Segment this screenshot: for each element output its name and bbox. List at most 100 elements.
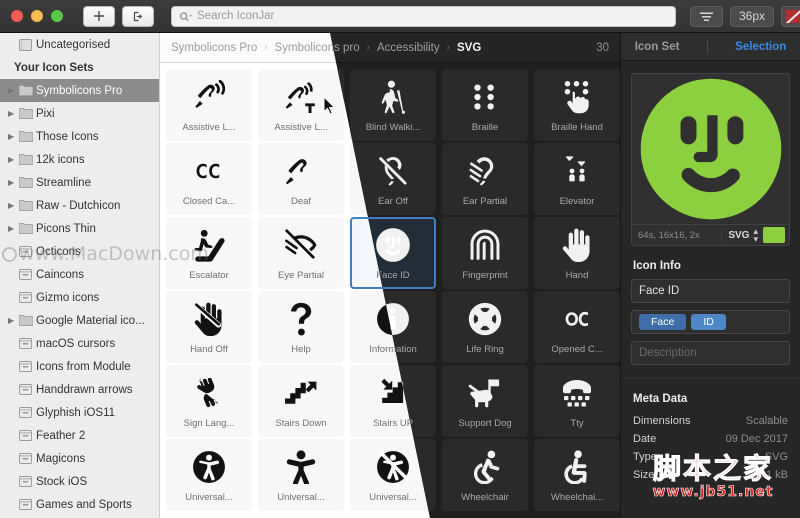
sidebar-item-those-icons[interactable]: ▶ Those Icons — [0, 125, 159, 148]
disclosure-triangle-icon[interactable]: ▶ — [8, 86, 19, 95]
icon-cell-wheelchair[interactable]: Wheelchai... — [534, 439, 620, 511]
icon-cell-ear-partial[interactable]: Ear Partial — [442, 143, 528, 215]
sidebar-item-icons-from-module[interactable]: ▶Icons from Module — [0, 355, 159, 378]
color-swatch-icon — [786, 9, 800, 23]
icon-cell-assistive-listening[interactable]: Assistive L... — [166, 69, 252, 141]
icon-size-button[interactable]: 36px — [730, 5, 775, 27]
sidebar-item-uncategorised[interactable]: ▶Uncategorised — [0, 33, 159, 56]
sidebar-item-glyphish-ios11[interactable]: ▶Glyphish iOS11 — [0, 401, 159, 424]
sidebar-item-games-and-sports[interactable]: ▶Games and Sports — [0, 493, 159, 516]
icon-tags-input[interactable]: FaceID — [631, 310, 790, 334]
ear-partial-icon — [468, 151, 502, 191]
tab-selection[interactable]: Selection — [735, 41, 786, 53]
search-input[interactable]: Search IconJar — [171, 5, 676, 27]
icon-cell-closed-captions[interactable]: Closed Ca... — [166, 143, 252, 215]
breadcrumb-item-accessibility[interactable]: Accessibility — [377, 42, 440, 54]
sidebar-item-symbolicons-pro[interactable]: ▶ Symbolicons Pro — [0, 79, 159, 102]
sidebar-item-google-material-ico[interactable]: ▶ Google Material ico... — [0, 309, 159, 332]
search-container: Search IconJar — [171, 5, 676, 27]
iconset-icon — [19, 292, 36, 303]
sidebar-item-feather-2[interactable]: ▶Feather 2 — [0, 424, 159, 447]
disclosure-triangle-icon[interactable]: ▶ — [8, 109, 19, 118]
tag-face[interactable]: Face — [639, 314, 687, 330]
zoom-window-button[interactable] — [51, 10, 63, 22]
sidebar-item-gizmo-icons[interactable]: ▶Gizmo icons — [0, 286, 159, 309]
icon-cell-label: Universal... — [185, 492, 233, 503]
universal-access-icon — [284, 447, 318, 487]
support-dog-icon — [468, 373, 502, 413]
icon-cell-help[interactable]: Help — [258, 291, 344, 363]
disclosure-triangle-icon[interactable]: ▶ — [8, 155, 19, 164]
iconset-icon — [19, 453, 36, 464]
color-swatch-button[interactable] — [781, 5, 800, 27]
minimize-window-button[interactable] — [31, 10, 43, 22]
icon-cell-sign-language[interactable]: Sign Lang... — [166, 365, 252, 437]
icon-name-input[interactable]: Face ID — [631, 279, 790, 303]
sidebar-item-macos-cursors[interactable]: ▶macOS cursors — [0, 332, 159, 355]
icon-cell-tty[interactable]: Tty — [534, 365, 620, 437]
icon-cell-hand-off[interactable]: Hand Off — [166, 291, 252, 363]
disclosure-triangle-icon[interactable]: ▶ — [8, 201, 19, 210]
icon-cell-wheelchair-active[interactable]: Wheelchair — [442, 439, 528, 511]
sidebar-item-12k-icons[interactable]: ▶ 12k icons — [0, 148, 159, 171]
icon-color-swatch[interactable] — [763, 227, 785, 243]
icon-cell-eye-partial[interactable]: Eye Partial — [258, 217, 344, 289]
close-window-button[interactable] — [11, 10, 23, 22]
sidebar-item-stock-ios[interactable]: ▶Stock iOS — [0, 470, 159, 493]
icon-cell-label: Face ID — [376, 270, 410, 281]
icon-cell-label: Stairs UP — [372, 418, 414, 429]
icon-cell-opened-captions[interactable]: Opened C... — [534, 291, 620, 363]
sidebar-item-raw-dutchicon[interactable]: ▶ Raw - Dutchicon — [0, 194, 159, 217]
icon-cell-braille[interactable]: Braille — [442, 69, 528, 141]
icon-cell-fingerprint[interactable]: Fingerprint — [442, 217, 528, 289]
export-icon — [133, 11, 142, 21]
closed-captions-icon — [192, 151, 226, 191]
braille-icon — [470, 77, 500, 117]
icon-cell-stairs-down[interactable]: Stairs Down — [258, 365, 344, 437]
search-icon — [179, 11, 192, 22]
watermark-url-text: www.jb51.net — [652, 484, 774, 500]
search-placeholder: Search IconJar — [197, 10, 275, 22]
icon-cell-elevator[interactable]: Elevator — [534, 143, 620, 215]
icon-description-input[interactable]: Description — [631, 341, 790, 365]
icon-preview-footer: 64s, 16x16, 2x SVG▴▾ — [632, 224, 789, 245]
stepper-updown-icon[interactable]: ▴▾ — [753, 227, 763, 244]
assistive-listening-icon — [192, 77, 226, 117]
disclosure-triangle-icon[interactable]: ▶ — [8, 224, 19, 233]
icon-cell-universal-access-circle[interactable]: Universal... — [166, 439, 252, 511]
disclosure-triangle-icon[interactable]: ▶ — [8, 132, 19, 141]
sidebar-item-caincons[interactable]: ▶Caincons — [0, 263, 159, 286]
disclosure-triangle-icon[interactable]: ▶ — [8, 178, 19, 187]
sidebar-section-header: Your Icon Sets — [0, 56, 159, 79]
sidebar-item-handdrawn-arrows[interactable]: ▶Handdrawn arrows — [0, 378, 159, 401]
add-button[interactable] — [83, 5, 115, 27]
icon-cell-braille-hand[interactable]: Braille Hand — [534, 69, 620, 141]
sidebar-item-magicons[interactable]: ▶Magicons — [0, 447, 159, 470]
watermark-jb51: 脚本之家 www.jb51.net — [628, 454, 798, 500]
icon-cell-label: Escalator — [189, 270, 229, 281]
breadcrumb-item-symbolicons-pro[interactable]: Symbolicons Pro — [171, 42, 257, 54]
breadcrumb-item-svg[interactable]: SVG — [457, 42, 481, 54]
tab-divider — [706, 39, 708, 54]
filter-button[interactable] — [690, 5, 723, 27]
icon-cell-label: Support Dog — [458, 418, 512, 429]
icon-cell-hand[interactable]: Hand — [534, 217, 620, 289]
icon-cell-blind-walking[interactable]: Blind Walki... — [350, 69, 436, 141]
icon-cell-universal-access[interactable]: Universal... — [258, 439, 344, 511]
icon-cell-deaf[interactable]: Deaf — [258, 143, 344, 215]
sidebar-item-label: Gizmo icons — [36, 291, 100, 304]
stairs-down-icon — [284, 373, 318, 413]
tab-icon-set[interactable]: Icon Set — [635, 41, 680, 53]
tag-id[interactable]: ID — [691, 314, 726, 330]
watermark-ring-icon — [2, 247, 17, 262]
ear-off-icon — [376, 151, 410, 191]
disclosure-triangle-icon[interactable]: ▶ — [8, 316, 19, 325]
icon-cell-life-ring[interactable]: Life Ring — [442, 291, 528, 363]
icon-format-label[interactable]: SVG — [721, 229, 753, 241]
sidebar-item-pixi[interactable]: ▶ Pixi — [0, 102, 159, 125]
folder-icon — [19, 131, 36, 142]
icon-cell-support-dog[interactable]: Support Dog — [442, 365, 528, 437]
sidebar-item-picons-thin[interactable]: ▶ Picons Thin — [0, 217, 159, 240]
export-button[interactable] — [122, 5, 154, 27]
sidebar-item-streamline[interactable]: ▶ Streamline — [0, 171, 159, 194]
